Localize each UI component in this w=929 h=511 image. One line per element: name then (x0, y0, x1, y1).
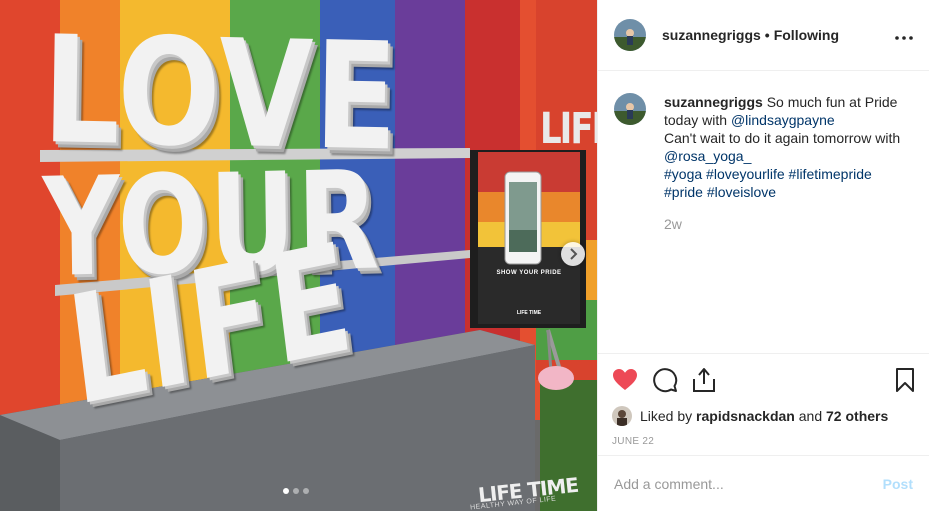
header-username[interactable]: suzannegriggs (662, 27, 761, 43)
banner-sign-text: LIFE (540, 104, 597, 154)
likes-count-link[interactable]: 72 others (826, 408, 888, 424)
comment-input[interactable] (614, 475, 883, 492)
avatar[interactable] (614, 19, 646, 51)
poster-brand: LIFE TIME (516, 310, 542, 316)
caption-text: suzannegriggs So much fun at Pride today… (664, 93, 909, 233)
caption-avatar[interactable] (614, 93, 646, 125)
liker-username[interactable]: rapidsnackdan (696, 408, 795, 424)
action-icons (612, 364, 915, 396)
poster-title: SHOW YOUR PRIDE (496, 270, 562, 276)
hashtag-link[interactable]: #pride (664, 184, 703, 200)
heart-icon[interactable] (612, 368, 638, 392)
liker-avatar-image (612, 406, 632, 426)
likes-prefix: Liked by (640, 408, 697, 424)
following-button[interactable]: Following (774, 27, 839, 43)
avatar-image (614, 19, 646, 51)
carousel-indicators (283, 488, 309, 494)
hashtag-link[interactable]: #loveyourlife (706, 166, 785, 182)
carousel-dot (293, 488, 299, 494)
carousel-dot (303, 488, 309, 494)
carousel-next-button[interactable] (561, 242, 585, 266)
likes-summary: Liked by rapidsnackdan and 72 others (612, 406, 915, 426)
post-comment-button[interactable]: Post (883, 476, 913, 492)
share-icon[interactable] (692, 367, 716, 393)
likes-middle: and (794, 408, 827, 424)
avatar-image (614, 93, 646, 125)
pride-poster: SHOW YOUR PRIDE LIFE TIME (478, 152, 580, 324)
header-separator: • (764, 27, 770, 43)
caption-hashtags: #yoga #loveyourlife #lifetimepride #prid… (664, 165, 909, 201)
mention-link[interactable]: @rosa_yoga_ (664, 148, 751, 164)
post-photo[interactable]: LIFE LOVE YOUR LIFE SHOW YOUR PRIDE LIFE… (0, 0, 597, 511)
caption-line-2: Can't wait to do it again tomorrow with … (664, 129, 909, 165)
post-header: suzannegriggs • Following (598, 0, 929, 71)
post-side-panel: suzannegriggs • Following suzannegriggs … (597, 0, 929, 511)
carousel-dot (283, 488, 289, 494)
comment-icon[interactable] (652, 367, 678, 393)
caption-timestamp: 2w (664, 216, 682, 232)
likes-text: Liked by rapidsnackdan and 72 others (640, 408, 888, 424)
chevron-right-icon (570, 248, 578, 260)
bookmark-icon[interactable] (895, 367, 915, 393)
hashtag-link[interactable]: #yoga (664, 166, 702, 182)
post-date: JUNE 22 (612, 436, 655, 447)
comment-bar: Post (598, 455, 929, 511)
hashtag-link[interactable]: #lifetimepride (789, 166, 872, 182)
post-actions: Liked by rapidsnackdan and 72 others JUN… (598, 353, 929, 447)
hashtag-link[interactable]: #loveislove (707, 184, 776, 200)
more-options-icon[interactable] (895, 27, 913, 43)
caption-line-1: suzannegriggs So much fun at Pride today… (664, 93, 909, 129)
caption-username[interactable]: suzannegriggs (664, 94, 763, 110)
caption-body-2: Can't wait to do it again tomorrow with (664, 130, 901, 146)
post-caption: suzannegriggs So much fun at Pride today… (598, 71, 929, 233)
mention-link[interactable]: @lindsaygpayne (731, 112, 835, 128)
liker-avatar[interactable] (612, 406, 632, 426)
